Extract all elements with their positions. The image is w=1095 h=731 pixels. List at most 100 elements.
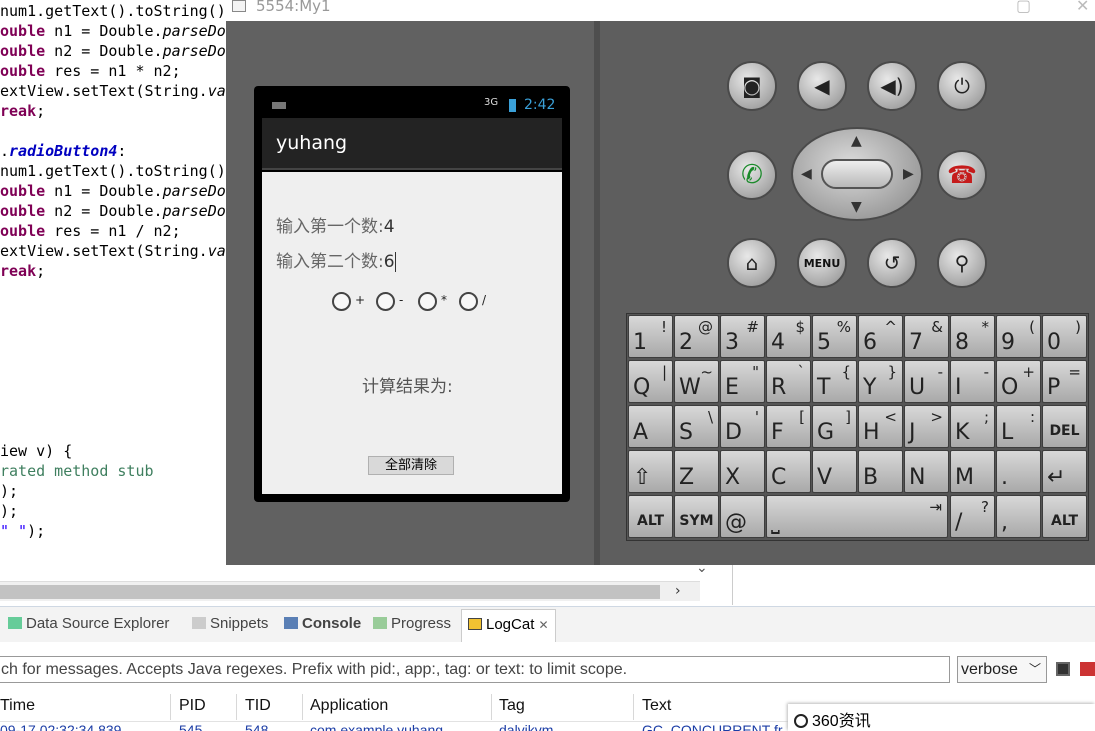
key-0[interactable]: 0): [1042, 315, 1087, 358]
sym-key[interactable]: SYM: [674, 495, 719, 538]
second-number-field[interactable]: 输入第二个数:6: [276, 247, 396, 272]
code-line[interactable]: ouble n1 = Double.parseDou: [0, 181, 235, 201]
first-number-value[interactable]: 4: [384, 217, 395, 237]
code-line[interactable]: ouble res = n1 * n2;: [0, 61, 181, 81]
key-d[interactable]: D ': [720, 405, 765, 448]
dpad-center-button[interactable]: [821, 159, 893, 189]
code-line[interactable]: num1.getText().toString().: [0, 161, 235, 181]
radio-add[interactable]: [332, 292, 351, 311]
delete-key[interactable]: DEL: [1042, 405, 1087, 448]
code-line[interactable]: reak;: [0, 261, 45, 281]
menu-button[interactable]: MENU: [797, 238, 847, 288]
close-tab-icon[interactable]: ✕: [539, 618, 549, 632]
key-i[interactable]: I-: [950, 360, 995, 403]
key-p[interactable]: P =: [1042, 360, 1087, 403]
radio-subtract[interactable]: [376, 292, 395, 311]
code-line[interactable]: extView.setText(String.val: [0, 241, 235, 261]
dpad-down-icon[interactable]: ▼: [851, 199, 862, 215]
column-separator[interactable]: [236, 694, 237, 720]
key-5[interactable]: 5%: [812, 315, 857, 358]
key-t[interactable]: T{: [812, 360, 857, 403]
home-icon[interactable]: ⌂: [727, 238, 777, 288]
key-7[interactable]: 7 &: [904, 315, 949, 358]
call-icon[interactable]: ✆: [727, 150, 777, 200]
column-separator[interactable]: [633, 694, 634, 720]
tab-snippets[interactable]: Snippets: [192, 615, 268, 632]
key-9[interactable]: 9(: [996, 315, 1041, 358]
dpad[interactable]: ▲ ▼ ◀ ▶: [791, 127, 923, 221]
log-level-select[interactable]: verbose ﹀: [957, 656, 1047, 683]
column-separator[interactable]: [170, 694, 171, 720]
key-w[interactable]: W ~: [674, 360, 719, 403]
code-line[interactable]: ouble res = n1 / n2;: [0, 221, 181, 241]
alt-key-right[interactable]: ALT: [1042, 495, 1087, 538]
column-tag[interactable]: Tag: [499, 697, 525, 715]
key-l[interactable]: L:: [996, 405, 1041, 448]
key-f[interactable]: F[: [766, 405, 811, 448]
key-z[interactable]: Z: [674, 450, 719, 493]
volume-down-icon[interactable]: ◀: [797, 61, 847, 111]
scrollbar-thumb[interactable]: [0, 585, 660, 599]
key-y[interactable]: Y}: [858, 360, 903, 403]
key-at[interactable]: @: [720, 495, 765, 538]
maximize-icon[interactable]: ▢: [1016, 0, 1031, 15]
end-call-icon[interactable]: ☎: [937, 150, 987, 200]
code-line[interactable]: .radioButton4:: [0, 141, 126, 161]
alt-key-left[interactable]: ALT: [628, 495, 673, 538]
logcat-search-input[interactable]: ch for messages. Accepts Java regexes. P…: [0, 656, 950, 683]
tab-progress[interactable]: Progress: [373, 615, 451, 632]
clear-log-icon[interactable]: [1080, 662, 1095, 676]
dpad-left-icon[interactable]: ◀: [801, 166, 812, 182]
space-key[interactable]: ⎵ ⇥: [766, 495, 948, 538]
key-h[interactable]: H <: [858, 405, 903, 448]
power-icon[interactable]: ⏻: [937, 61, 987, 111]
key-u[interactable]: U-: [904, 360, 949, 403]
code-line[interactable]: ouble n2 = Double.parseDou: [0, 41, 235, 61]
key-4[interactable]: 4 $: [766, 315, 811, 358]
key-1[interactable]: 1!: [628, 315, 673, 358]
key-q[interactable]: Q |: [628, 360, 673, 403]
save-icon[interactable]: [1056, 662, 1070, 676]
key-comma[interactable]: ,: [996, 495, 1041, 538]
column-pid[interactable]: PID: [179, 697, 206, 715]
column-tid[interactable]: TID: [245, 697, 271, 715]
volume-up-icon[interactable]: ◀): [867, 61, 917, 111]
column-separator[interactable]: [491, 694, 492, 720]
radio-multiply[interactable]: [418, 292, 437, 311]
second-number-value[interactable]: 6: [384, 252, 395, 272]
key-g[interactable]: G]: [812, 405, 857, 448]
key-k[interactable]: K;: [950, 405, 995, 448]
code-line[interactable]: );: [0, 481, 18, 501]
code-line[interactable]: rated method stub: [0, 461, 154, 481]
key-n[interactable]: N: [904, 450, 949, 493]
key-j[interactable]: J >: [904, 405, 949, 448]
close-icon[interactable]: ✕: [1076, 0, 1089, 15]
key-b[interactable]: B: [858, 450, 903, 493]
tab-logcat[interactable]: LogCat ✕: [461, 609, 556, 643]
radio-divide[interactable]: [459, 292, 478, 311]
key-e[interactable]: E ": [720, 360, 765, 403]
column-text[interactable]: Text: [642, 697, 671, 715]
key-3[interactable]: 3 #: [720, 315, 765, 358]
camera-icon[interactable]: ◙: [727, 61, 777, 111]
key-a[interactable]: A: [628, 405, 673, 448]
column-application[interactable]: Application: [310, 697, 388, 715]
key-m[interactable]: M: [950, 450, 995, 493]
dpad-up-icon[interactable]: ▲: [851, 133, 862, 149]
key-s[interactable]: S \: [674, 405, 719, 448]
news-popup[interactable]: 360资讯: [788, 704, 1095, 731]
tab-data-source-explorer[interactable]: Data Source Explorer: [8, 615, 169, 632]
key-8[interactable]: 8 *: [950, 315, 995, 358]
first-number-field[interactable]: 输入第一个数:4: [276, 212, 395, 237]
code-line[interactable]: );: [0, 501, 18, 521]
key-6[interactable]: 6 ^: [858, 315, 903, 358]
column-separator[interactable]: [302, 694, 303, 720]
key-r[interactable]: R `: [766, 360, 811, 403]
enter-key[interactable]: ↵: [1042, 450, 1087, 493]
key-slash[interactable]: /?: [950, 495, 995, 538]
key-period[interactable]: .: [996, 450, 1041, 493]
scroll-right-arrow-icon[interactable]: ›: [675, 583, 681, 599]
key-x[interactable]: X: [720, 450, 765, 493]
tab-console[interactable]: Console: [284, 615, 361, 632]
back-icon[interactable]: ↺: [867, 238, 917, 288]
